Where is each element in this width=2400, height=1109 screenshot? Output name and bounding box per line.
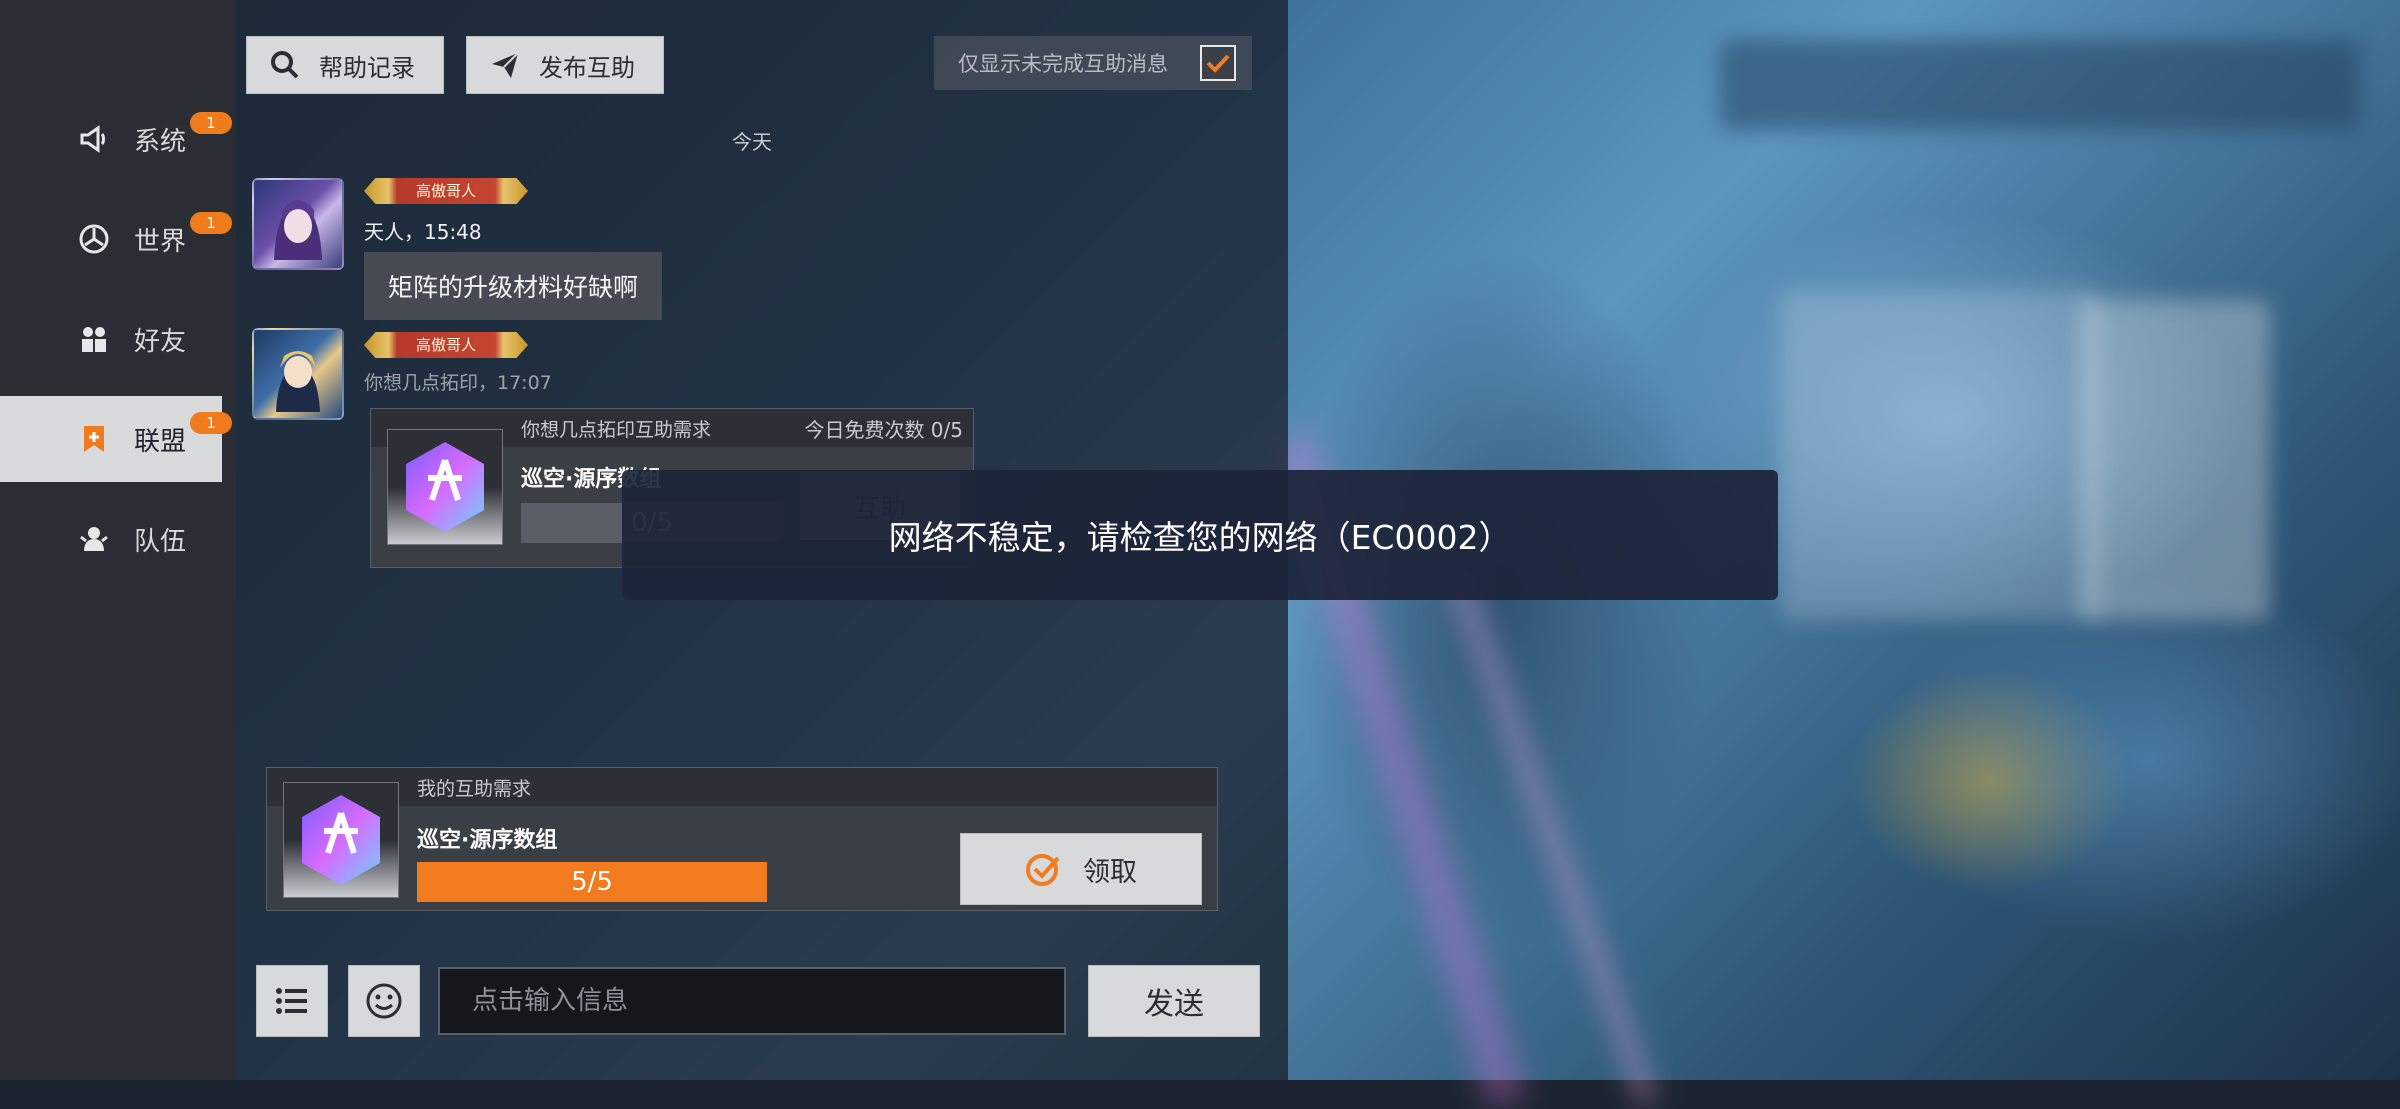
notification-badge: 1 xyxy=(190,112,232,134)
check-circle-icon xyxy=(1025,850,1063,888)
filter-checkbox[interactable] xyxy=(1200,45,1236,81)
character-portrait-icon xyxy=(274,200,322,260)
compass-icon xyxy=(74,219,114,259)
my-request-header xyxy=(267,768,1217,806)
list-icon xyxy=(276,988,307,1014)
avatar[interactable] xyxy=(252,178,344,270)
notification-badge: 1 xyxy=(190,412,232,434)
notification-badge: 1 xyxy=(190,212,232,234)
message-bubble: 矩阵的升级材料好缺啊 xyxy=(364,252,662,320)
toast-message: 网络不稳定，请检查您的网络（EC0002） xyxy=(888,518,1512,557)
sidebar: 系统 1 世界 1 好友 联盟 1 队伍 xyxy=(0,0,236,1080)
megaphone-icon xyxy=(74,119,114,159)
sender-line: 你想几点拓印，17:07 xyxy=(364,372,552,394)
sidebar-item-alliance[interactable]: 联盟 1 xyxy=(0,396,232,482)
sender-line: 天人，15:48 xyxy=(364,220,482,244)
source-array-item-icon xyxy=(387,429,503,545)
character-portrait-icon xyxy=(276,351,320,412)
claim-label: 领取 xyxy=(1083,856,1137,888)
source-array-item-icon xyxy=(283,782,399,898)
search-icon xyxy=(269,49,301,81)
item-name: 巡空·源序数组 xyxy=(417,828,558,853)
background-panel xyxy=(1780,290,2100,620)
help-record-button[interactable]: 帮助记录 xyxy=(246,36,444,94)
smiley-icon xyxy=(366,983,402,1019)
filter-unfinished-toggle[interactable]: 仅显示未完成互助消息 xyxy=(934,36,1252,90)
publish-help-label: 发布互助 xyxy=(539,53,635,82)
sidebar-item-label: 系统 xyxy=(134,126,187,157)
help-card-title: 你想几点拓印互助需求 xyxy=(521,419,712,441)
publish-help-button[interactable]: 发布互助 xyxy=(466,36,664,94)
sidebar-item-label: 联盟 xyxy=(134,426,187,457)
filter-label: 仅显示未完成互助消息 xyxy=(958,52,1168,76)
sidebar-item-label: 队伍 xyxy=(134,526,187,557)
emoji-button[interactable] xyxy=(348,965,420,1037)
player-title-badge: 高傲哥人 xyxy=(364,178,528,204)
my-request-title: 我的互助需求 xyxy=(417,778,532,800)
team-icon xyxy=(74,519,114,559)
avatar[interactable] xyxy=(252,328,344,420)
player-title-badge: 高傲哥人 xyxy=(364,332,528,358)
my-progress-bar: 5/5 xyxy=(417,862,767,902)
send-button[interactable]: 发送 xyxy=(1088,965,1260,1037)
sidebar-item-label: 好友 xyxy=(134,326,187,357)
date-separator: 今天 xyxy=(732,130,772,154)
alliance-flag-icon xyxy=(74,419,114,459)
checkmark-icon xyxy=(1206,54,1230,73)
my-progress-text: 5/5 xyxy=(571,867,613,897)
sidebar-item-system[interactable]: 系统 1 xyxy=(0,96,232,182)
sidebar-item-team[interactable]: 队伍 xyxy=(0,496,222,582)
background-panel xyxy=(2080,300,2270,620)
claim-button[interactable]: 领取 xyxy=(960,833,1202,905)
network-error-toast: 网络不稳定，请检查您的网络（EC0002） xyxy=(622,470,1778,600)
sidebar-item-label: 世界 xyxy=(134,226,187,257)
send-plane-icon xyxy=(489,49,521,81)
help-record-label: 帮助记录 xyxy=(319,53,415,82)
background-panel xyxy=(1720,40,2360,130)
friends-icon xyxy=(74,319,114,359)
message-input[interactable] xyxy=(438,967,1066,1035)
sidebar-item-world[interactable]: 世界 1 xyxy=(0,196,232,282)
quick-list-button[interactable] xyxy=(256,965,328,1037)
free-count: 今日免费次数 0/5 xyxy=(804,418,963,442)
sidebar-item-friends[interactable]: 好友 xyxy=(0,296,222,382)
